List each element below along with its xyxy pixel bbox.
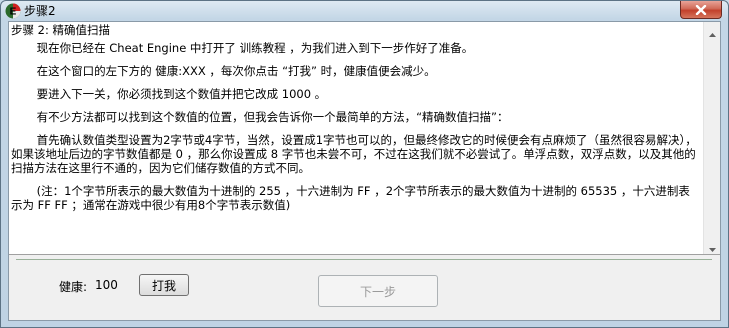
tutorial-heading: 步骤 2: 精确值扫描 <box>11 23 111 37</box>
close-button[interactable] <box>680 1 722 19</box>
tutorial-paragraph: 首先确认数值类型设置为2字节或4字节，当然，设置成1字节也可以的，但最终修改它的… <box>11 133 697 175</box>
separator <box>16 259 712 260</box>
scroll-up-button[interactable] <box>705 23 720 39</box>
tutorial-text: 步骤 2: 精确值扫描 现在你已经在 Cheat Engine 中打开了 训练教… <box>11 23 701 212</box>
next-button[interactable]: 下一步 <box>318 275 438 307</box>
tutorial-note: (注：1个字节所表示的最大数值为十进制的 255 ，十六进制为 FF ，2个字节… <box>11 184 690 212</box>
vertical-scrollbar[interactable] <box>703 22 720 254</box>
health-label: 健康: <box>59 280 88 294</box>
tutorial-paragraph: 在这个窗口的左下方的 健康:XXX ，每次你点击 “打我” 时，健康值便会减少。 <box>11 64 436 78</box>
tutorial-paragraph: 有不少方法都可以找到这个数值的位置，但我会告诉你一个最简单的方法，“精确数值扫描… <box>11 110 509 124</box>
arrow-down-icon <box>709 237 716 255</box>
tutorial-text-area[interactable]: 步骤 2: 精确值扫描 现在你已经在 Cheat Engine 中打开了 训练教… <box>9 22 720 255</box>
svg-text:E: E <box>10 7 17 18</box>
window-client-area: 步骤 2: 精确值扫描 现在你已经在 Cheat Engine 中打开了 训练教… <box>8 21 721 321</box>
tutorial-window: E 步骤2 步骤 2: 精确值扫描 现在你已经在 Cheat Engine 中打… <box>0 0 729 328</box>
tutorial-paragraph: 现在你已经在 Cheat Engine 中打开了 训练教程 ，为我们进入到下一步… <box>11 41 474 55</box>
hit-me-button[interactable]: 打我 <box>139 274 189 296</box>
health-value: 100 <box>95 278 118 292</box>
title-bar[interactable]: E 步骤2 <box>1 1 728 21</box>
cheat-engine-logo-icon: E <box>5 3 21 19</box>
close-icon <box>695 4 707 15</box>
window-title: 步骤2 <box>24 4 56 18</box>
scroll-down-button[interactable] <box>705 238 720 254</box>
arrow-up-icon <box>709 22 716 41</box>
tutorial-paragraph: 要进入下一关，你必须找到这个数值并把它改成 1000 。 <box>11 87 327 101</box>
